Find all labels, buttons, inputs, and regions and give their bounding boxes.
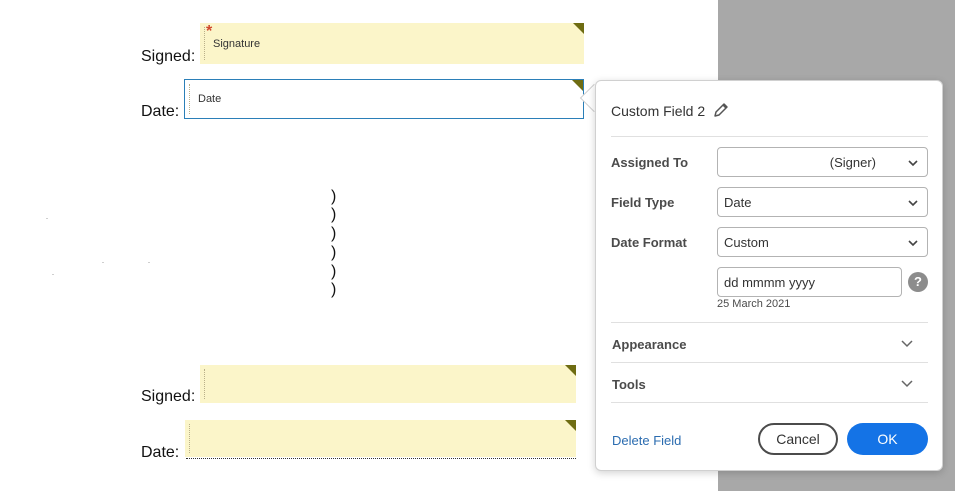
date-format-label: Date Format	[611, 235, 687, 250]
signed-label-2: Signed:	[141, 388, 196, 405]
field-handle	[204, 369, 205, 399]
divider	[611, 136, 928, 137]
chevron-down-icon	[908, 160, 918, 167]
date-underline	[186, 458, 576, 459]
paren: )	[331, 225, 337, 242]
chevron-down-icon	[908, 240, 918, 247]
field-corner-marker	[565, 365, 576, 376]
date-field-2[interactable]	[185, 420, 576, 457]
chevron-down-icon	[908, 200, 918, 207]
date-format-select[interactable]: Custom	[717, 227, 928, 257]
assigned-to-label: Assigned To	[611, 155, 689, 170]
field-handle	[189, 424, 190, 453]
help-icon[interactable]: ?	[908, 272, 928, 292]
field-handle	[189, 84, 190, 114]
date-format-value: Custom	[724, 235, 769, 250]
date-field-selected[interactable]: Date	[184, 79, 584, 119]
date-format-preview: 25 March 2021	[717, 298, 791, 310]
cancel-button[interactable]: Cancel	[758, 423, 838, 455]
signature-field-2[interactable]	[200, 365, 576, 403]
paren: )	[331, 244, 337, 261]
paren: )	[331, 281, 337, 298]
field-type-label: Field Type	[611, 195, 675, 210]
paren: )	[331, 188, 337, 205]
delete-field-link[interactable]: Delete Field	[612, 433, 681, 448]
field-corner-marker	[572, 80, 583, 91]
scan-speck	[148, 262, 150, 263]
assigned-to-value: (Signer)	[829, 155, 876, 170]
field-corner-marker	[565, 420, 576, 431]
divider	[611, 402, 928, 403]
field-corner-marker	[573, 23, 584, 34]
appearance-label: Appearance	[612, 337, 687, 352]
pencil-icon[interactable]	[711, 100, 731, 120]
tools-label: Tools	[612, 377, 646, 392]
ok-button[interactable]: OK	[847, 423, 928, 455]
divider	[611, 362, 928, 363]
signature-field[interactable]: * Signature	[200, 23, 584, 64]
date-label-2: Date:	[141, 444, 180, 461]
signed-label: Signed:	[141, 48, 196, 65]
date-label: Date:	[141, 103, 180, 120]
chevron-down-icon	[901, 340, 913, 348]
scan-speck	[102, 262, 104, 263]
field-handle	[204, 27, 205, 60]
field-type-select[interactable]: Date	[717, 187, 928, 217]
paren: )	[331, 263, 337, 280]
scan-speck	[52, 274, 54, 275]
divider	[611, 322, 928, 323]
required-marker: *	[206, 23, 213, 40]
assigned-to-select[interactable]: (Signer)	[717, 147, 928, 177]
custom-date-format-input[interactable]: dd mmmm yyyy	[717, 267, 902, 297]
panel-title: Custom Field 2	[611, 103, 706, 119]
paren: )	[331, 206, 337, 223]
field-type-value: Date	[724, 195, 752, 210]
date-field-text: Date	[198, 93, 222, 105]
chevron-down-icon	[901, 380, 913, 388]
scan-speck	[46, 218, 48, 219]
signature-field-text: Signature	[213, 38, 261, 50]
field-properties-panel: Custom Field 2 Assigned To (Signer) Fiel…	[595, 80, 943, 471]
